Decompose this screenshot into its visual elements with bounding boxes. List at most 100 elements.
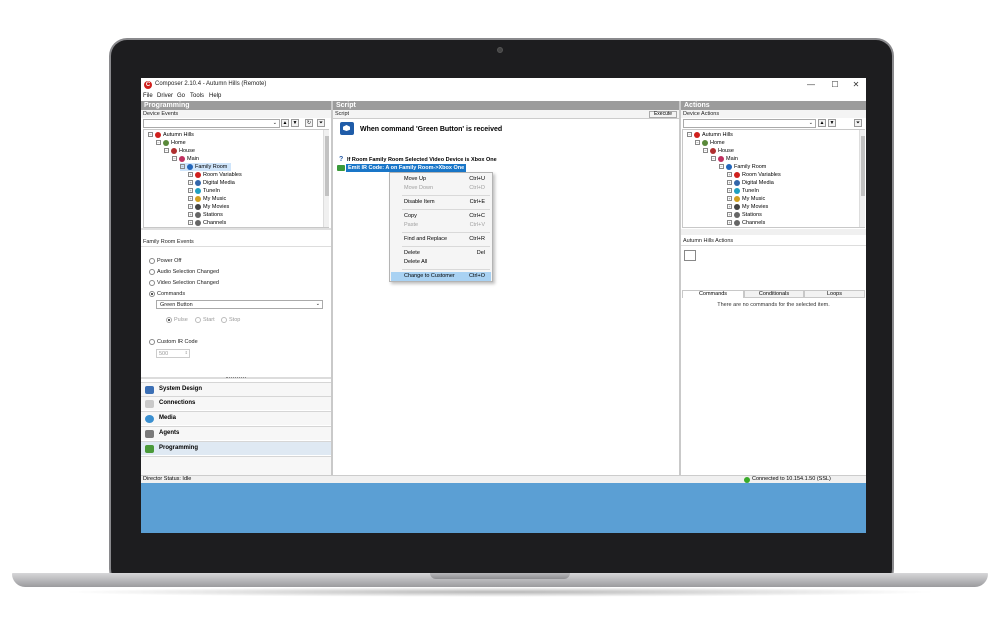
tree-node[interactable]: + My Movies	[188, 203, 233, 211]
tree-scrollbar[interactable]	[323, 130, 329, 227]
tree-node[interactable]: + My Music	[727, 195, 769, 203]
collapse-icon[interactable]: −	[156, 140, 161, 146]
tree-node[interactable]: + TuneIn	[188, 187, 224, 195]
tree-node[interactable]: + Stations	[188, 211, 227, 219]
expand-icon[interactable]: +	[727, 212, 732, 218]
context-menu-item[interactable]: Delete All	[391, 258, 491, 267]
refresh-icon[interactable]: ↻	[305, 119, 313, 127]
menu-driver[interactable]: Driver	[157, 93, 173, 99]
tree-node[interactable]: − Autumn Hills	[687, 131, 737, 139]
context-menu-item[interactable]: Move Up Ctrl+U	[391, 175, 491, 184]
tree-node[interactable]: + Channels	[188, 219, 230, 227]
radio-stop[interactable]	[221, 317, 227, 323]
context-menu-item[interactable]: Paste Ctrl+V	[391, 221, 491, 230]
collapse-icon[interactable]: −	[687, 132, 692, 138]
collapse-icon[interactable]: −	[703, 148, 708, 154]
tree-scrollbar[interactable]	[859, 130, 865, 227]
expand-icon[interactable]: +	[727, 188, 732, 194]
context-menu-item[interactable]: Move Down Ctrl+D	[391, 184, 491, 193]
custom-ir-stepper[interactable]: 500 ⇕	[156, 349, 190, 358]
collapse-icon[interactable]: −	[148, 132, 153, 138]
tree-node[interactable]: + Digital Media	[727, 179, 778, 187]
tree-node[interactable]: − Home	[695, 139, 729, 147]
nav-connections[interactable]: Connections	[141, 396, 331, 410]
context-menu-item[interactable]: Change to Customer Ctrl+O	[391, 272, 491, 281]
nav-programming[interactable]: Programming	[141, 441, 331, 455]
tree-node[interactable]: + TuneIn	[727, 187, 763, 195]
tree-node[interactable]: − Family Room	[719, 163, 770, 171]
expand-icon[interactable]: +	[188, 196, 193, 202]
tab-commands[interactable]: Commands	[682, 290, 744, 298]
tree-node[interactable]: − Autumn Hills	[148, 131, 198, 139]
move-up-button[interactable]: ▲	[281, 119, 289, 127]
collapse-icon[interactable]: −	[711, 156, 716, 162]
collapse-icon[interactable]: −	[164, 148, 169, 154]
menu-tools[interactable]: Tools	[190, 93, 204, 99]
radio-start[interactable]	[195, 317, 201, 323]
tab-conditionals[interactable]: Conditionals	[744, 290, 804, 298]
context-menu-item[interactable]: Find and Replace Ctrl+R	[391, 235, 491, 244]
menu-help[interactable]: Help	[209, 93, 221, 99]
execute-button[interactable]: Execute	[649, 111, 677, 118]
expand-icon[interactable]: +	[188, 188, 193, 194]
expand-icon[interactable]: +	[188, 180, 193, 186]
tree-node[interactable]: − House	[703, 147, 738, 155]
menu-file[interactable]: File	[143, 93, 153, 99]
expand-icon[interactable]: +	[727, 180, 732, 186]
nav-system-design[interactable]: System Design	[141, 382, 331, 396]
tree-node[interactable]: + Digital Media	[188, 179, 239, 187]
context-menu-item[interactable]: Disable Item Ctrl+E	[391, 198, 491, 207]
device-actions-combo[interactable]: ⌄	[683, 119, 816, 128]
scroll-thumb[interactable]	[861, 136, 865, 196]
device-events-tree[interactable]: − Autumn Hills − Home − House − Main − Family Roo…	[143, 129, 329, 228]
tree-node[interactable]: + My Music	[188, 195, 230, 203]
splitter[interactable]	[141, 228, 331, 230]
maximize-button[interactable]: ☐	[825, 79, 845, 91]
if-statement[interactable]: If Room Family Room Selected Video Devic…	[347, 157, 497, 163]
radio-power-off[interactable]	[149, 258, 155, 264]
expand-icon[interactable]: +	[727, 196, 732, 202]
collapse-icon[interactable]: −	[180, 164, 185, 170]
menu-go[interactable]: Go	[177, 93, 185, 99]
collapse-icon[interactable]: −	[719, 164, 724, 170]
radio-audio-selection[interactable]	[149, 269, 155, 275]
tree-node[interactable]: − Family Room	[180, 163, 232, 171]
collapse-icon[interactable]: −	[695, 140, 700, 146]
radio-commands[interactable]	[149, 291, 155, 297]
splitter[interactable]	[681, 229, 866, 235]
radio-pulse[interactable]	[166, 317, 172, 323]
context-menu-item[interactable]: Copy Ctrl+C	[391, 212, 491, 221]
expand-icon[interactable]: +	[188, 212, 193, 218]
command-select[interactable]: Green Button ⌄	[156, 300, 323, 309]
expand-icon[interactable]: +	[188, 204, 193, 210]
tree-node[interactable]: + Channels	[727, 219, 769, 227]
move-down-button[interactable]: ▼	[828, 119, 836, 127]
radio-video-selection[interactable]	[149, 280, 155, 286]
move-up-button[interactable]: ▲	[818, 119, 826, 127]
emit-statement[interactable]: Emit IR Code: A on Family Room->Xbox One	[346, 164, 467, 172]
close-button[interactable]: ✕	[846, 79, 866, 91]
context-menu-item[interactable]: Delete Del	[391, 249, 491, 258]
expand-icon[interactable]: +	[188, 220, 193, 226]
tree-node[interactable]: − Main	[711, 155, 742, 163]
minimize-button[interactable]: —	[801, 79, 821, 91]
expand-icon[interactable]: +	[727, 204, 732, 210]
move-down-button[interactable]: ▼	[291, 119, 299, 127]
nav-agents[interactable]: Agents	[141, 426, 331, 440]
tree-node[interactable]: − Main	[172, 155, 203, 163]
tree-node[interactable]: + My Movies	[727, 203, 772, 211]
tab-loops[interactable]: Loops	[804, 290, 865, 298]
collapse-icon[interactable]: −	[172, 156, 177, 162]
nav-media[interactable]: Media	[141, 411, 331, 425]
device-events-combo[interactable]: ⌄	[143, 119, 280, 128]
tree-node[interactable]: + Stations	[727, 211, 766, 219]
tree-node[interactable]: − Home	[156, 139, 190, 147]
radio-custom-ir[interactable]	[149, 339, 155, 345]
scroll-thumb[interactable]	[325, 136, 329, 196]
expand-icon[interactable]: +	[727, 172, 732, 178]
tree-node[interactable]: + Room Variables	[727, 171, 785, 179]
when-statement[interactable]: When command 'Green Button' is received	[360, 126, 502, 133]
expand-icon[interactable]: +	[188, 172, 193, 178]
device-actions-tree[interactable]: − Autumn Hills − Home − House − Main − Family Roo…	[682, 129, 865, 228]
filter-icon[interactable]: ⏷	[317, 119, 325, 127]
